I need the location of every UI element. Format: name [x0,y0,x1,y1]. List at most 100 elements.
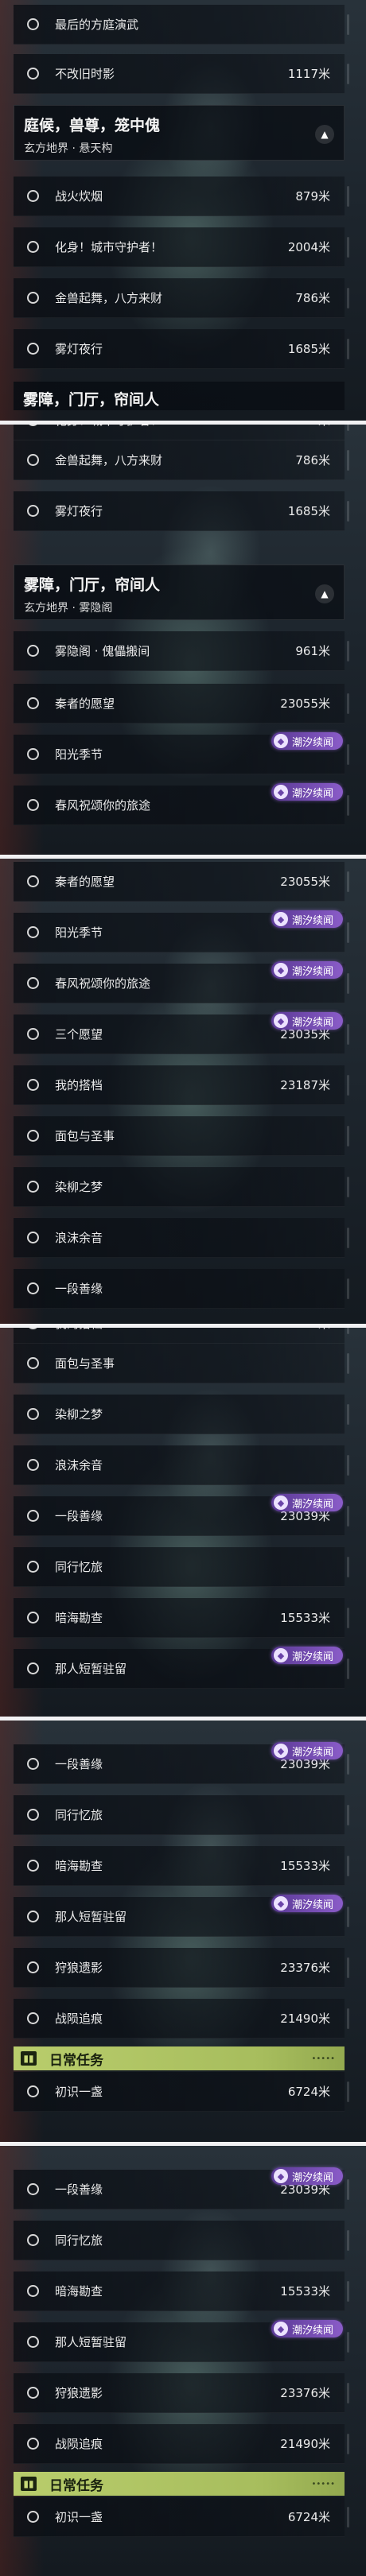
daily-tasks-title: 日常任务 [49,2477,103,2494]
task-label: 初识一盏 [55,2510,103,2524]
badge-label: 潮汐续闻 [292,736,334,749]
task-distance: 21490米 [280,2012,330,2026]
task-status-circle-icon [27,1328,39,1329]
task-label: 我的搭档 [55,1328,103,1332]
task-row[interactable]: 春风祝颂你的旅途 ◆ 潮汐续闻 [14,961,349,1003]
task-row[interactable]: 暗海勘查 15533米 [14,2271,349,2311]
tide-badge-icon: ◆ [274,785,288,799]
task-row[interactable]: 一段善缘 23039米 ◆ 潮汐续闻 [14,2167,349,2209]
task-status-circle-icon [27,697,39,709]
task-row[interactable]: 战陨追痕 21490米 [14,2424,349,2464]
task-status-circle-icon [27,748,39,760]
task-distance: 23376米 [280,1961,330,1975]
task-row[interactable]: 一段善缘 23039米 ◆ 潮汐续闻 [14,1742,349,1784]
area-header-fog[interactable]: 雾障，门厅，帘间人 玄方地界 · 雾隐阁 ▲ [14,564,345,620]
task-status-circle-icon [27,1561,39,1573]
task-row[interactable]: 不改旧时影 1117米 [14,54,349,94]
task-row[interactable]: 浪沫余音 [14,1445,349,1485]
area-header-courtyard[interactable]: 庭候，兽尊，笼中傀 玄方地界 · 悬天构 ▲ [14,105,345,161]
area-header-fog-partial[interactable]: 雾障，门厅，帘间人 [14,382,345,410]
task-row[interactable]: 狩狼遗影 23376米 [14,1948,349,1988]
task-row[interactable]: 浪沫余音 [14,1218,349,1258]
task-row[interactable]: 三个愿望 23035米 ◆ 潮汐续闻 [14,1012,349,1054]
task-row[interactable]: 阳光季节 ◆ 潮汐续闻 [14,910,349,952]
task-label: 面包与圣事 [55,1129,115,1143]
tide-badge-icon: ◆ [274,1896,288,1911]
collapse-chevron-icon[interactable]: ▲ [315,584,334,603]
task-row[interactable]: 那人短暂驻留 ◆ 潮汐续闻 [14,1647,349,1689]
task-row[interactable]: 最后的方庭演武 [14,5,349,45]
task-row[interactable]: 秦者的愿望 23055米 [14,684,349,724]
tide-badge-icon: ◆ [274,1648,288,1662]
daily-tasks-header[interactable]: ▮▮ 日常任务 ••••• [14,2046,345,2070]
task-status-circle-icon [27,1282,39,1294]
task-label: 暗海勘查 [55,2284,103,2299]
task-row[interactable]: 雾灯夜行 1685米 [14,491,349,531]
task-distance: 786米 [295,453,330,467]
task-row[interactable]: 化身！城市守护者！ 2004米 [14,425,349,440]
task-row[interactable]: 战火炊烟 879米 [14,177,349,216]
task-row[interactable]: 我的搭档 23187米 [14,1328,349,1344]
task-label: 一段善缘 [55,1509,103,1523]
task-label: 秦者的愿望 [55,696,115,711]
task-distance: 23055米 [280,696,330,711]
task-status-circle-icon [27,454,39,466]
task-row[interactable]: 面包与圣事 [14,1116,349,1156]
dots-icon: ••••• [311,2479,336,2489]
task-distance: 2004米 [288,425,330,429]
task-row[interactable]: 那人短暂驻留 ◆ 潮汐续闻 [14,1895,349,1937]
task-status-circle-icon [27,241,39,253]
task-row[interactable]: 同行忆旅 [14,1547,349,1587]
task-row[interactable]: 同行忆旅 [14,2221,349,2260]
task-row[interactable]: 阳光季节 ◆ 潮汐续闻 [14,732,349,774]
task-status-circle-icon [27,1961,39,1973]
task-row[interactable]: 那人短暂驻留 ◆ 潮汐续闻 [14,2320,349,2362]
task-distance: 879米 [295,189,330,204]
task-row[interactable]: 初识一盏 6724米 [14,2497,349,2537]
task-status-circle-icon [27,799,39,811]
task-label: 最后的方庭演武 [55,17,139,32]
task-distance: 23376米 [280,2386,330,2400]
task-label: 三个愿望 [55,1027,103,1042]
task-row[interactable]: 雾灯夜行 1685米 [14,329,349,369]
task-row[interactable]: 一段善缘 [14,1269,349,1309]
task-status-circle-icon [27,1079,39,1091]
task-row[interactable]: 同行忆旅 [14,1795,349,1835]
task-row[interactable]: 春风祝颂你的旅途 ◆ 潮汐续闻 [14,783,349,825]
task-row[interactable]: 初识一盏 6724米 [14,2072,349,2112]
task-row[interactable]: 化身！城市守护者！ 2004米 [14,227,349,267]
task-status-circle-icon [27,1911,39,1922]
panel-frame-3: 秦者的愿望 23055米 阳光季节 ◆ 潮汐续闻 春风祝颂你的旅途 ◆ 潮汐续闻 三… [0,859,366,1324]
task-status-circle-icon [27,2336,39,2348]
task-row[interactable]: 狩狼遗影 23376米 [14,2373,349,2413]
daily-tasks-header[interactable]: ▮▮ 日常任务 ••••• [14,2472,345,2496]
task-row[interactable]: 战陨追痕 21490米 [14,1999,349,2039]
task-row[interactable]: 暗海勘查 15533米 [14,1846,349,1886]
task-row[interactable]: 秦者的愿望 23055米 [14,862,349,902]
task-status-circle-icon [27,1181,39,1193]
task-label: 同行忆旅 [55,2233,103,2248]
task-row[interactable]: 暗海勘查 15533米 [14,1598,349,1638]
task-row[interactable]: 金兽起舞，八方来财 786米 [14,440,349,480]
task-row[interactable]: 一段善缘 23039米 ◆ 潮汐续闻 [14,1494,349,1536]
task-label: 浪沫余音 [55,1458,103,1472]
tide-badge-icon: ◆ [274,963,288,977]
task-row[interactable]: 雾隐阁 · 傀儡搬间 961米 [14,631,349,671]
task-distance: 1117米 [287,67,330,81]
tide-tale-badge: ◆ 潮汐续闻 [271,2167,343,2185]
badge-label: 潮汐续闻 [292,787,334,800]
task-row[interactable]: 金兽起舞，八方来财 786米 [14,278,349,318]
task-status-circle-icon [27,977,39,989]
task-row[interactable]: 面包与圣事 [14,1344,349,1383]
task-distance: 15533米 [280,1859,330,1873]
task-label: 秦者的愿望 [55,875,115,889]
task-status-circle-icon [27,343,39,355]
task-row[interactable]: 我的搭档 23187米 [14,1065,349,1105]
task-row[interactable]: 染柳之梦 [14,1395,349,1434]
task-status-circle-icon [27,875,39,887]
task-row[interactable]: 染柳之梦 [14,1167,349,1207]
task-status-circle-icon [27,2183,39,2195]
collapse-chevron-icon[interactable]: ▲ [315,125,334,144]
task-distance: 786米 [295,291,330,305]
task-label: 化身！城市守护者！ [55,425,162,429]
